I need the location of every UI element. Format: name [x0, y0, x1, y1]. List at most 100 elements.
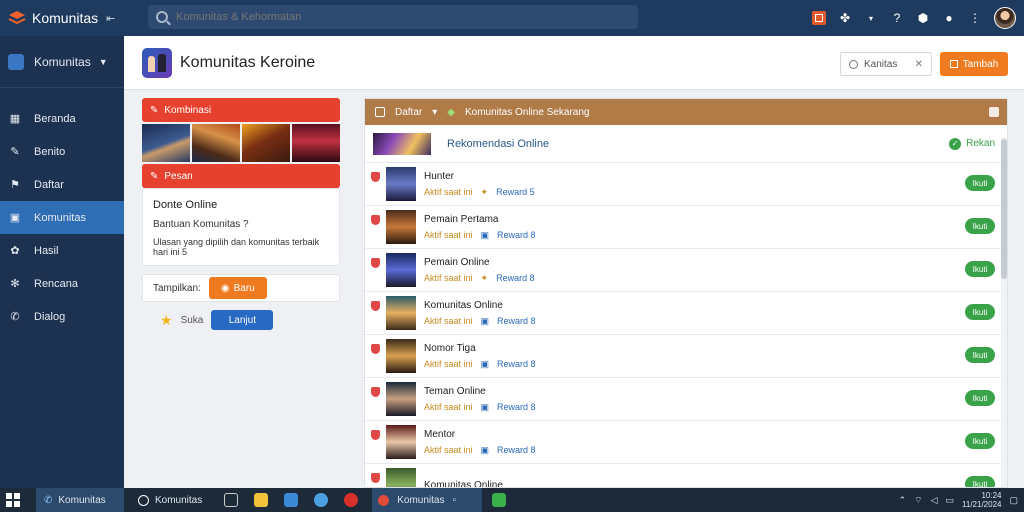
star-icon[interactable]: ★	[160, 312, 173, 329]
sidebar-item-rencana[interactable]: ✻ Rencana	[0, 267, 124, 300]
shield-icon[interactable]: ⬢	[916, 11, 930, 25]
list-item[interactable]: Pemain Online Aktif saat ini ✦ Reward 8 Ik…	[365, 249, 1007, 292]
list-item[interactable]: Komunitas Online Ikuti	[365, 464, 1007, 487]
windows-start-icon[interactable]	[6, 493, 20, 507]
player-avatar	[386, 253, 416, 287]
check-icon: ✓	[949, 137, 962, 150]
taskbar-search-label: Komunitas	[155, 494, 203, 506]
sidebar-item-hasil[interactable]: ✿ Hasil	[0, 234, 124, 267]
section-header-message[interactable]: ✎ Pesan	[142, 164, 340, 188]
taskbar-search[interactable]: Komunitas	[138, 494, 203, 506]
follow-button[interactable]: Ikuti	[965, 390, 995, 406]
search-input[interactable]	[176, 11, 616, 23]
chat-icon: ✆	[10, 311, 20, 323]
taskbar-tab[interactable]: Komunitas ▫	[372, 488, 483, 512]
reward-icon: ▣	[480, 229, 490, 240]
shield-icon	[371, 387, 380, 397]
player-name: Hunter	[424, 170, 455, 182]
clear-icon[interactable]: ✕	[915, 59, 923, 70]
battery-icon[interactable]: ▭	[946, 495, 955, 506]
sidebar-item-dialog[interactable]: ✆ Dialog	[0, 300, 124, 333]
follow-button[interactable]: Ikuti	[965, 261, 995, 277]
bookmark-icon: ⚑	[10, 179, 20, 191]
browser-icon[interactable]	[314, 493, 329, 507]
list-item[interactable]: Mentor Aktif saat ini ▣ Reward 8 Ikuti	[365, 421, 1007, 464]
notification-icon[interactable]: ▢	[1009, 495, 1018, 506]
section-header-combination[interactable]: ✎ Kombinasi	[142, 98, 340, 122]
tab-online[interactable]: Komunitas Online Sekarang	[465, 107, 590, 118]
search-icon	[849, 59, 858, 69]
sidebar-item-label: Rencana	[34, 277, 79, 290]
list-item[interactable]: Pemain Pertama Aktif saat ini ▣ Reward 8 I…	[365, 206, 1007, 249]
follow-button[interactable]: Ikuti	[965, 175, 995, 191]
sidebar-item-beranda[interactable]: ▦ Beranda	[0, 102, 124, 135]
add-button[interactable]: Tambah	[940, 52, 1008, 76]
clock[interactable]: 10:24 11/21/2024	[962, 491, 1001, 509]
shield-icon	[371, 215, 380, 225]
help-icon[interactable]: ?	[890, 11, 904, 25]
pencil-icon: ✎	[150, 170, 159, 182]
folder-icon[interactable]	[254, 493, 269, 507]
game-thumbnail[interactable]	[242, 124, 290, 162]
volume-icon[interactable]: ◁	[931, 495, 938, 506]
featured-row[interactable]: Rekomendasi Online ✓ Rekan	[365, 125, 1007, 163]
game-thumbnail[interactable]	[142, 124, 190, 162]
player-avatar	[386, 339, 416, 373]
task-view-icon[interactable]	[224, 493, 239, 507]
list-item[interactable]: Komunitas Online Aktif saat ini ▣ Reward 8…	[365, 292, 1007, 335]
store-icon[interactable]	[284, 493, 299, 507]
follow-button[interactable]: Ikuti	[965, 347, 995, 363]
player-avatar	[386, 382, 416, 416]
chat-icon: ✆	[44, 494, 53, 506]
sidebar-header[interactable]: Komunitas ▼	[0, 36, 124, 88]
puzzle-icon[interactable]: ✤	[838, 11, 852, 25]
game-thumbnail[interactable]	[192, 124, 240, 162]
tab-list[interactable]: Daftar	[395, 107, 422, 118]
brand[interactable]: Komunitas ⇤	[0, 10, 140, 26]
taskbar-active-app[interactable]: ✆ Komunitas	[36, 488, 124, 512]
app-icon[interactable]	[492, 493, 507, 507]
search-bar[interactable]	[148, 5, 638, 29]
avatar[interactable]	[994, 7, 1016, 29]
filter-input[interactable]: Kanitas ✕	[840, 52, 932, 76]
reward-icon: ▣	[480, 401, 490, 412]
opera-icon[interactable]	[344, 493, 359, 507]
list-item[interactable]: Nomor Tiga Aktif saat ini ▣ Reward 8 Ikuti	[365, 335, 1007, 378]
user-icon[interactable]: ●	[942, 11, 956, 25]
sidebar-item-daftar[interactable]: ⚑ Daftar	[0, 168, 124, 201]
online-title: Donte Online	[153, 199, 218, 211]
check-icon: ◉	[220, 282, 230, 294]
game-thumbnail[interactable]	[292, 124, 340, 162]
collapse-icon[interactable]: ⇤	[106, 12, 115, 25]
follow-button[interactable]: Ikuti	[965, 476, 995, 487]
network-icon[interactable]: ⌔	[914, 495, 922, 506]
new-button[interactable]: ◉ Baru	[208, 277, 267, 299]
search-circle-icon	[138, 494, 149, 506]
window-icon: ▣	[9, 212, 21, 224]
player-name: Pemain Online	[424, 256, 490, 268]
chevron-down-icon[interactable]: ▾	[864, 11, 878, 25]
screen-icon[interactable]	[812, 11, 826, 25]
sidebar-header-label: Komunitas	[34, 54, 91, 69]
follow-button[interactable]: Ikuti	[965, 218, 995, 234]
list-item[interactable]: Teman Online Aktif saat ini ▣ Reward 8 Iku…	[365, 378, 1007, 421]
list-item[interactable]: Hunter Aktif saat ini ✦ Reward 5 Ikuti	[365, 163, 1007, 206]
page-header: Komunitas Keroine Kanitas ✕ Tambah	[124, 36, 1024, 90]
more-icon[interactable]: ⋮	[968, 11, 982, 25]
leaf-icon: ◆	[447, 106, 455, 118]
chevron-up-icon[interactable]: ⌃	[899, 495, 907, 506]
follow-button[interactable]: Ikuti	[965, 433, 995, 449]
player-avatar	[386, 296, 416, 330]
filter-icon[interactable]: ▾	[432, 107, 437, 118]
continue-button[interactable]: Lanjut	[211, 310, 274, 330]
scrollbar-thumb[interactable]	[1001, 139, 1007, 279]
top-bar: Komunitas ⇤ ✤ ▾ ? ⬢ ● ⋮	[0, 0, 1024, 36]
player-reward: Reward 8	[497, 315, 536, 326]
left-panel: ✎ Kombinasi ✎ Pesan Donte Online Bantuan…	[142, 98, 340, 330]
sidebar-item-komunitas[interactable]: ▣ Komunitas	[0, 201, 124, 234]
section-label: Kombinasi	[164, 104, 212, 116]
window-icon[interactable]	[989, 107, 999, 117]
sidebar-item-label: Benito	[34, 145, 66, 158]
follow-button[interactable]: Ikuti	[965, 304, 995, 320]
sidebar-item-benito[interactable]: ✎ Benito	[0, 135, 124, 168]
